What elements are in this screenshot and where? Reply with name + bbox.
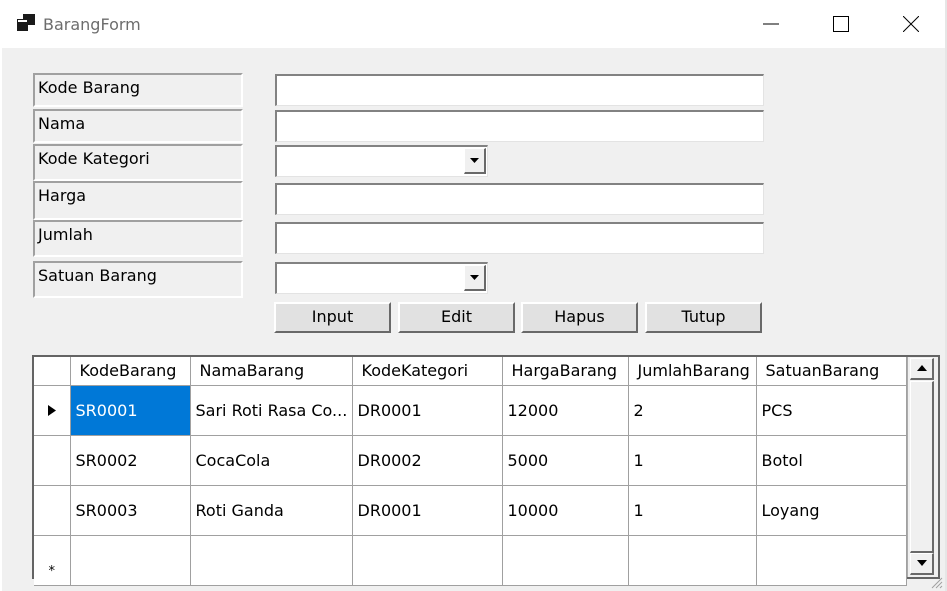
- resize-grip-icon[interactable]: [929, 575, 943, 589]
- table-cell[interactable]: CocaCola: [190, 435, 353, 486]
- scroll-down-button[interactable]: [910, 553, 934, 575]
- table-cell[interactable]: [628, 535, 757, 586]
- chevron-down-icon: [470, 275, 479, 280]
- table-cell[interactable]: Botol: [756, 435, 907, 486]
- table-cell[interactable]: SR0002: [70, 435, 191, 486]
- close-button[interactable]: [876, 0, 946, 48]
- grid-table: KodeBarang NamaBarang KodeKategori Harga…: [34, 357, 907, 586]
- minimize-button[interactable]: [736, 0, 806, 48]
- satuan-barang-dropdown-button[interactable]: [464, 265, 486, 291]
- table-cell[interactable]: 1: [628, 485, 757, 536]
- column-header-satuanbarang[interactable]: SatuanBarang: [756, 357, 907, 386]
- label-jumlah: Jumlah: [33, 220, 243, 257]
- table-row[interactable]: SR0003 Roti Ganda DR0001 10000 1 Loyang: [34, 485, 907, 536]
- edit-button[interactable]: Edit: [398, 302, 515, 333]
- row-header[interactable]: [34, 385, 71, 436]
- column-header-kodekategori[interactable]: KodeKategori: [352, 357, 503, 386]
- barang-data-grid[interactable]: KodeBarang NamaBarang KodeKategori Harga…: [32, 355, 940, 586]
- scrollbar-thumb[interactable]: [910, 381, 934, 553]
- tutup-button[interactable]: Tutup: [645, 302, 762, 333]
- table-cell[interactable]: SR0001: [70, 385, 191, 436]
- new-row-marker: *: [48, 563, 56, 579]
- row-header[interactable]: [34, 435, 71, 486]
- chevron-down-icon: [470, 158, 479, 163]
- label-kode-barang: Kode Barang: [33, 73, 243, 107]
- table-cell[interactable]: DR0002: [352, 435, 503, 486]
- kode-barang-input[interactable]: [275, 74, 764, 106]
- label-nama: Nama: [33, 109, 243, 143]
- scrollbar-track[interactable]: [910, 381, 934, 553]
- table-cell[interactable]: DR0001: [352, 485, 503, 536]
- column-header-hargabarang[interactable]: HargaBarang: [502, 357, 629, 386]
- table-cell[interactable]: SR0003: [70, 485, 191, 536]
- table-cell[interactable]: 1: [628, 435, 757, 486]
- current-row-arrow-icon: [47, 404, 56, 416]
- row-header-corner[interactable]: [34, 357, 71, 386]
- table-cell[interactable]: PCS: [756, 385, 907, 436]
- new-row[interactable]: *: [34, 535, 907, 586]
- table-cell[interactable]: Sari Roti Rasa Co...: [190, 385, 353, 436]
- scroll-up-button[interactable]: [910, 358, 934, 380]
- table-cell[interactable]: [756, 535, 907, 586]
- label-kode-kategori: Kode Kategori: [33, 144, 243, 181]
- table-cell[interactable]: DR0001: [352, 385, 503, 436]
- chevron-up-icon: [917, 365, 927, 371]
- grid-header-row: KodeBarang NamaBarang KodeKategori Harga…: [34, 357, 907, 386]
- table-cell[interactable]: 2: [628, 385, 757, 436]
- table-cell[interactable]: [352, 535, 503, 586]
- table-cell[interactable]: Roti Ganda: [190, 485, 353, 536]
- table-cell[interactable]: 5000: [502, 435, 629, 486]
- table-cell[interactable]: 12000: [502, 385, 629, 436]
- table-row[interactable]: SR0002 CocaCola DR0002 5000 1 Botol: [34, 435, 907, 486]
- window-title: BarangForm: [43, 15, 141, 34]
- kode-kategori-combobox[interactable]: [275, 145, 488, 177]
- maximize-icon: [833, 16, 849, 32]
- table-cell[interactable]: [70, 535, 191, 586]
- table-cell[interactable]: [190, 535, 353, 586]
- label-harga: Harga: [33, 181, 243, 220]
- maximize-button[interactable]: [806, 0, 876, 48]
- hapus-button[interactable]: Hapus: [521, 302, 638, 333]
- jumlah-input[interactable]: [275, 222, 764, 254]
- column-header-namabarang[interactable]: NamaBarang: [190, 357, 353, 386]
- table-cell[interactable]: [502, 535, 629, 586]
- close-icon: [903, 16, 919, 32]
- title-bar[interactable]: BarangForm: [0, 0, 947, 48]
- grid-vertical-scrollbar[interactable]: [908, 357, 938, 577]
- harga-input[interactable]: [275, 183, 764, 215]
- table-row[interactable]: SR0001 Sari Roti Rasa Co... DR0001 12000…: [34, 385, 907, 436]
- minimize-icon: [763, 23, 779, 25]
- chevron-down-icon: [917, 560, 927, 566]
- column-header-kodebarang[interactable]: KodeBarang: [70, 357, 191, 386]
- column-header-jumlahbarang[interactable]: JumlahBarang: [628, 357, 757, 386]
- form-client-area: Kode Barang Nama Kode Kategori Harga Jum…: [2, 48, 945, 591]
- input-button[interactable]: Input: [274, 302, 391, 333]
- nama-input[interactable]: [275, 110, 764, 142]
- label-satuan-barang: Satuan Barang: [33, 261, 243, 298]
- app-window-icon: [17, 14, 35, 31]
- new-row-header[interactable]: *: [34, 535, 71, 586]
- table-cell[interactable]: Loyang: [756, 485, 907, 536]
- table-cell[interactable]: 10000: [502, 485, 629, 536]
- kode-kategori-dropdown-button[interactable]: [464, 148, 486, 174]
- satuan-barang-combobox[interactable]: [275, 262, 488, 294]
- row-header[interactable]: [34, 485, 71, 536]
